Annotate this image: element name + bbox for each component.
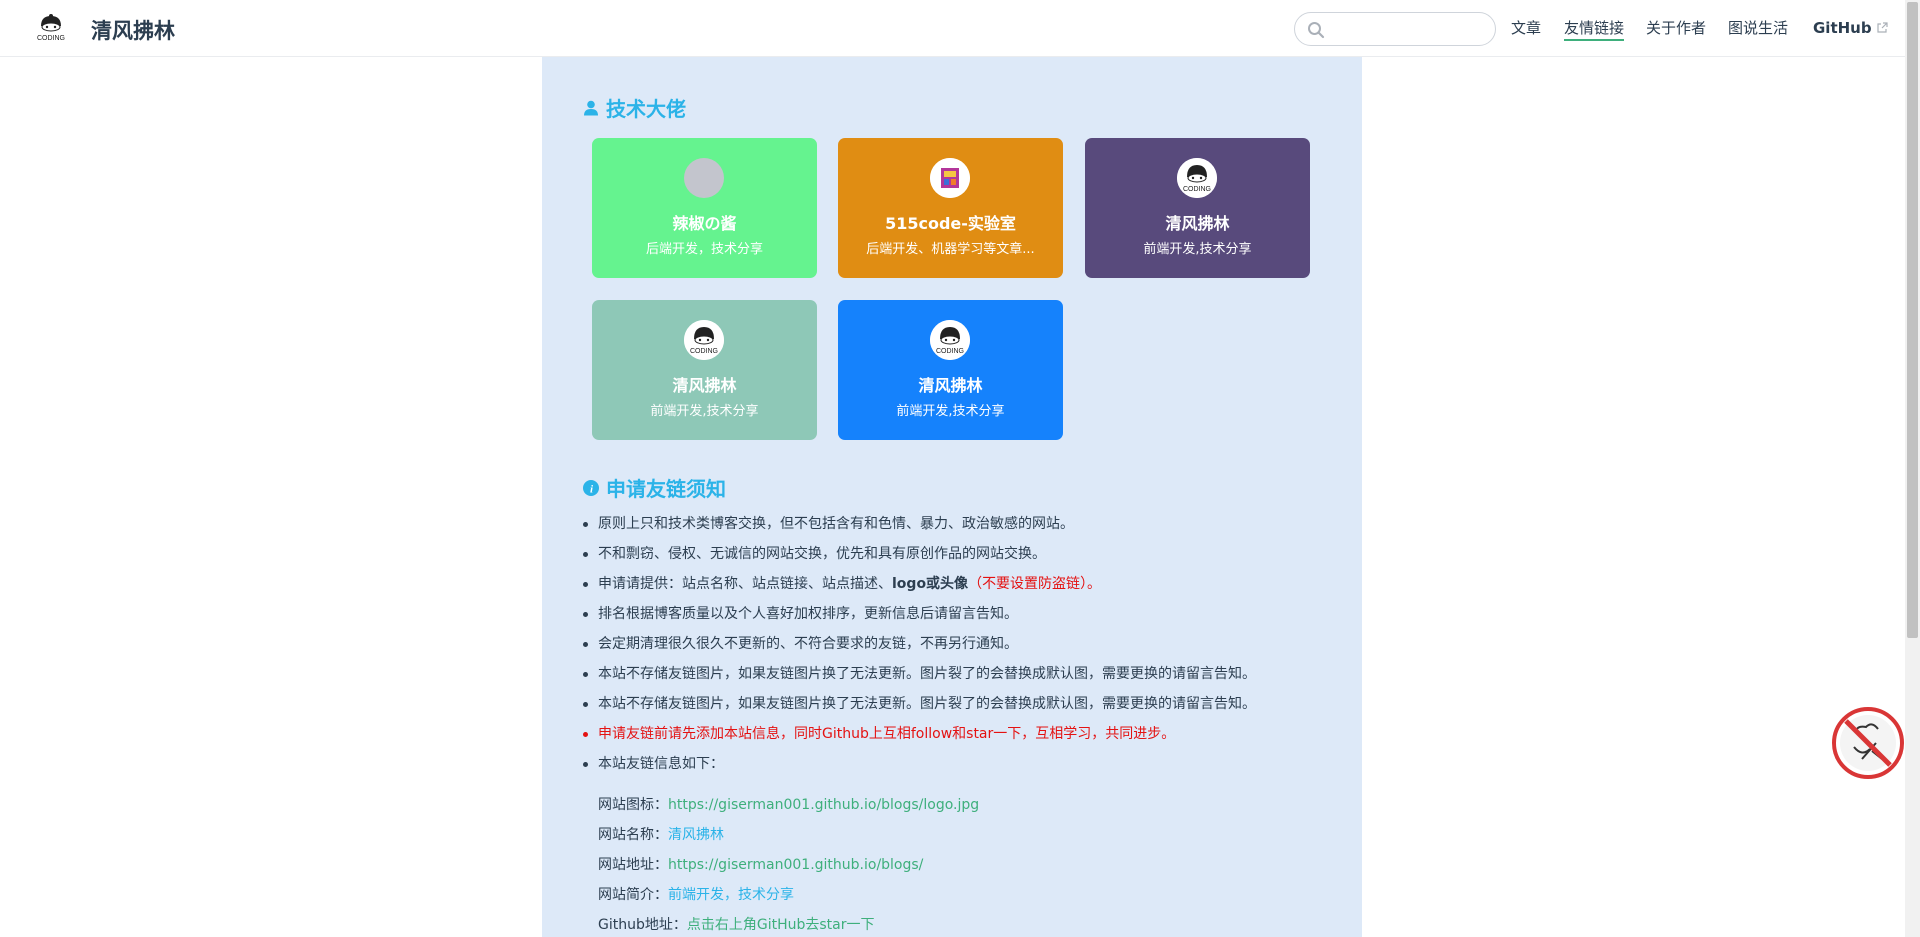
rule-text: 不和剽窃、侵权、无诚信的网站交换，优先和具有原创作品的网站交换。 [598, 546, 1046, 562]
search-box[interactable] [1294, 12, 1496, 46]
site-info-row: 网站图标：https://giserman001.github.io/blogs… [598, 790, 1338, 820]
rule-text: 本站不存储友链图片，如果友链图片换了无法更新。图片裂了的会替换成默认图，需要更换… [598, 666, 1256, 682]
list-item: 原则上只和技术类博客交换，但不包括含有和色情、暴力、政治敏感的网站。 [583, 509, 1338, 539]
coding-logo-icon: CODING [684, 320, 724, 360]
rules-list: 原则上只和技术类博客交换，但不包括含有和色情、暴力、政治敏感的网站。 不和剽窃、… [583, 509, 1338, 779]
navbar: CODING 清风拂林 文章 友情链接 关于作者 图说生活 GitHub [0, 0, 1905, 57]
list-item: 申请请提供：站点名称、站点链接、站点描述、logo或头像（不要设置防盗链）。 [583, 569, 1338, 599]
site-icon-link[interactable]: https://giserman001.github.io/blogs/logo… [668, 797, 979, 813]
friend-card-name: 清风拂林 [672, 376, 737, 395]
friend-card[interactable]: 515code-实验室 后端开发、机器学习等文章... [838, 138, 1063, 278]
site-logo[interactable]: CODING [31, 12, 71, 42]
site-info-row: 网站地址：https://giserman001.github.io/blogs… [598, 850, 1338, 880]
scrollbar-thumb[interactable] [1907, 2, 1918, 638]
friend-card-name: 清风拂林 [918, 376, 983, 395]
list-item: 本站不存储友链图片，如果友链图片换了无法更新。图片裂了的会替换成默认图，需要更换… [583, 659, 1338, 689]
list-item: 本站友链信息如下： [583, 749, 1338, 779]
site-info-label: 网站地址： [598, 857, 668, 873]
no-sign-icon [1832, 707, 1904, 779]
friend-card[interactable]: CODING 清风拂林 前端开发,技术分享 [838, 300, 1063, 440]
section-title-text: 申请友链须知 [606, 477, 726, 501]
friend-card-desc: 前端开发,技术分享 [650, 404, 759, 419]
rule-text: 本站不存储友链图片，如果友链图片换了无法更新。图片裂了的会替换成默认图，需要更换… [598, 696, 1256, 712]
site-info-row: 网站名称：清风拂林 [598, 820, 1338, 850]
rule-text-paren: ）。 [1080, 576, 1102, 592]
nav-item-about-author[interactable]: 关于作者 [1646, 18, 1706, 38]
list-item: 排名根据博客质量以及个人喜好加权排序，更新信息后请留言告知。 [583, 599, 1338, 629]
site-name-value: 清风拂林 [668, 827, 724, 843]
rule-text-warning: 不要设置防盗链 [982, 576, 1081, 592]
coding-logo-icon: CODING [1177, 158, 1217, 198]
friend-card-name: 清风拂林 [1165, 214, 1230, 233]
rule-text: 原则上只和技术类博客交换，但不包括含有和色情、暴力、政治敏感的网站。 [598, 516, 1074, 532]
avatar: CODING [684, 320, 724, 360]
avatar: CODING [930, 320, 970, 360]
section-title-text: 技术大佬 [606, 97, 686, 121]
lab-logo-icon [930, 158, 970, 198]
github-star-link[interactable]: 点击右上角GitHub去star一下 [687, 917, 875, 933]
site-desc-value: 前端开发，技术分享 [668, 887, 794, 903]
avatar [930, 158, 970, 198]
site-info-row: Github地址：点击右上角GitHub去star一下 [598, 910, 1338, 937]
rule-text: 排名根据博客质量以及个人喜好加权排序，更新信息后请留言告知。 [598, 606, 1018, 622]
friend-card[interactable]: 辣椒の酱 后端开发，技术分享 [592, 138, 817, 278]
rule-text: 申请请提供：站点名称、站点链接、站点描述、 [598, 576, 892, 592]
list-item: 申请友链前请先添加本站信息，同时Github上互相follow和star一下，互… [583, 719, 1338, 749]
svg-text:CODING: CODING [690, 348, 718, 355]
friend-card[interactable]: CODING 清风拂林 前端开发,技术分享 [1085, 138, 1310, 278]
svg-text:CODING: CODING [37, 35, 65, 42]
floating-widget[interactable] [1832, 707, 1904, 779]
section-title-rules: i 申请友链须知 [583, 473, 726, 502]
list-item: 不和剽窃、侵权、无诚信的网站交换，优先和具有原创作品的网站交换。 [583, 539, 1338, 569]
friend-card-name: 515code-实验室 [885, 214, 1016, 233]
rule-text-bold: logo或头像 [892, 576, 969, 592]
section-title-friends: 技术大佬 [583, 93, 686, 122]
site-info: 网站图标：https://giserman001.github.io/blogs… [598, 790, 1338, 937]
rule-text-paren: （ [968, 576, 983, 592]
svg-text:CODING: CODING [936, 348, 964, 355]
user-icon [584, 100, 598, 115]
rule-text-warning: 申请友链前请先添加本站信息，同时Github上互相follow和star一下，互… [598, 726, 1176, 742]
nav-github-label: GitHub [1813, 19, 1872, 37]
list-item: 本站不存储友链图片，如果友链图片换了无法更新。图片裂了的会替换成默认图，需要更换… [583, 689, 1338, 719]
list-item: 会定期清理很久很久不更新的、不符合要求的友链，不再另行通知。 [583, 629, 1338, 659]
nav-item-friend-links[interactable]: 友情链接 [1564, 18, 1625, 41]
friend-card-desc: 后端开发，技术分享 [645, 242, 763, 257]
site-info-label: 网站图标： [598, 797, 668, 813]
friend-card-desc: 前端开发,技术分享 [896, 404, 1005, 419]
friend-card[interactable]: CODING 清风拂林 前端开发,技术分享 [592, 300, 817, 440]
rule-text: 会定期清理很久很久不更新的、不符合要求的友链，不再另行通知。 [598, 636, 1018, 652]
search-icon [1308, 22, 1325, 39]
avatar [684, 158, 724, 198]
friend-card-name: 辣椒の酱 [672, 214, 737, 233]
site-url-link[interactable]: https://giserman001.github.io/blogs/ [668, 857, 923, 873]
site-info-label: 网站简介： [598, 887, 668, 903]
friend-card-desc: 前端开发,技术分享 [1143, 242, 1252, 257]
rule-text: 本站友链信息如下： [598, 756, 724, 772]
avatar: CODING [1177, 158, 1217, 198]
friend-card-desc: 后端开发、机器学习等文章... [866, 242, 1035, 257]
site-info-label: 网站名称： [598, 827, 668, 843]
svg-text:CODING: CODING [1183, 186, 1211, 193]
external-link-icon [1876, 22, 1888, 33]
site-name[interactable]: 清风拂林 [91, 15, 175, 45]
info-icon: i [583, 479, 599, 496]
coding-logo-icon: CODING [930, 320, 970, 360]
site-info-row: 网站简介：前端开发，技术分享 [598, 880, 1338, 910]
nav-item-github[interactable]: GitHub [1813, 18, 1888, 38]
site-info-label: Github地址： [598, 917, 687, 933]
nav-item-articles[interactable]: 文章 [1511, 18, 1541, 38]
coding-logo-icon: CODING [37, 14, 65, 42]
search-input[interactable] [1331, 17, 1486, 41]
nav-item-life-gallery[interactable]: 图说生活 [1728, 18, 1788, 38]
